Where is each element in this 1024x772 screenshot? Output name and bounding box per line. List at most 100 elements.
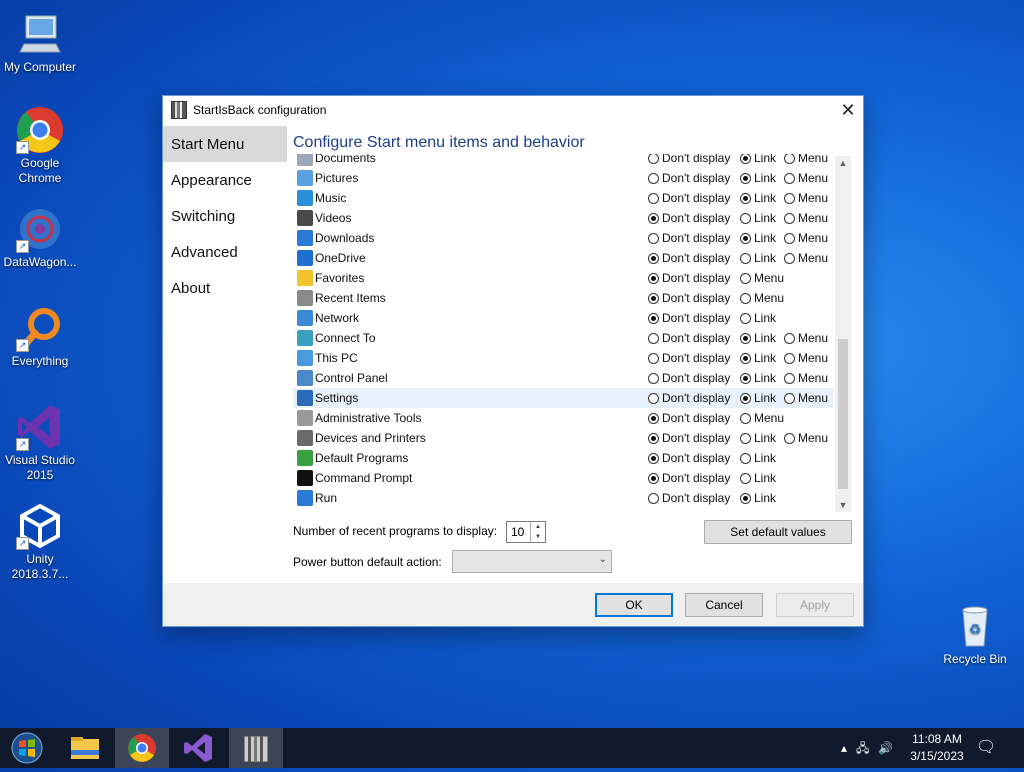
list-item[interactable]: Pictures Don't display Link Menu — [293, 168, 833, 188]
radio-don-t-display[interactable]: Don't display — [648, 231, 730, 245]
radio-button-icon[interactable] — [648, 193, 659, 204]
desktop-icon-google-chrome[interactable]: ↗ Google Chrome — [0, 106, 80, 186]
radio-don-t-display[interactable]: Don't display — [648, 431, 730, 445]
radio-link[interactable]: Link — [740, 431, 776, 445]
scroll-down-icon[interactable]: ▼ — [835, 498, 851, 512]
radio-menu[interactable]: Menu — [784, 231, 828, 245]
radio-link[interactable]: Link — [740, 491, 776, 505]
radio-don-t-display[interactable]: Don't display — [648, 191, 730, 205]
nav-switching[interactable]: Switching — [163, 198, 287, 234]
radio-button-icon[interactable] — [648, 393, 659, 404]
list-item[interactable]: Connect To Don't display Link Menu — [293, 328, 833, 348]
radio-button-icon[interactable] — [740, 493, 751, 504]
list-item[interactable]: Videos Don't display Link Menu — [293, 208, 833, 228]
radio-link[interactable]: Link — [740, 351, 776, 365]
radio-button-icon[interactable] — [784, 213, 795, 224]
desktop-icon-unity[interactable]: ↗ Unity 2018.3.7... — [0, 502, 80, 582]
radio-don-t-display[interactable]: Don't display — [648, 251, 730, 265]
radio-button-icon[interactable] — [648, 353, 659, 364]
scrollbar-thumb[interactable] — [838, 339, 848, 489]
radio-don-t-display[interactable]: Don't display — [648, 491, 730, 505]
radio-link[interactable]: Link — [740, 451, 776, 465]
radio-don-t-display[interactable]: Don't display — [648, 471, 730, 485]
radio-don-t-display[interactable]: Don't display — [648, 154, 730, 165]
list-item[interactable]: Control Panel Don't display Link Menu — [293, 368, 833, 388]
nav-appearance[interactable]: Appearance — [163, 162, 287, 198]
radio-button-icon[interactable] — [784, 173, 795, 184]
radio-button-icon[interactable] — [784, 353, 795, 364]
radio-menu[interactable]: Menu — [784, 171, 828, 185]
list-item[interactable]: Downloads Don't display Link Menu — [293, 228, 833, 248]
radio-menu[interactable]: Menu — [784, 371, 828, 385]
radio-link[interactable]: Link — [740, 471, 776, 485]
list-item[interactable]: Favorites Don't display Menu — [293, 268, 833, 288]
list-item[interactable]: This PC Don't display Link Menu — [293, 348, 833, 368]
radio-button-icon[interactable] — [648, 313, 659, 324]
radio-don-t-display[interactable]: Don't display — [648, 331, 730, 345]
radio-button-icon[interactable] — [740, 293, 751, 304]
radio-don-t-display[interactable]: Don't display — [648, 391, 730, 405]
radio-button-icon[interactable] — [740, 233, 751, 244]
radio-menu[interactable]: Menu — [784, 191, 828, 205]
cancel-button[interactable]: Cancel — [685, 593, 763, 617]
radio-button-icon[interactable] — [740, 253, 751, 264]
desktop-icon-recycle-bin[interactable]: ♻ Recycle Bin — [935, 602, 1015, 667]
radio-don-t-display[interactable]: Don't display — [648, 351, 730, 365]
list-item[interactable]: Music Don't display Link Menu — [293, 188, 833, 208]
desktop-icon-datawagon[interactable]: ↗ DataWagon... — [0, 205, 80, 270]
radio-don-t-display[interactable]: Don't display — [648, 271, 730, 285]
radio-menu[interactable]: Menu — [740, 291, 784, 305]
radio-button-icon[interactable] — [740, 333, 751, 344]
taskbar-visual-studio[interactable] — [172, 728, 226, 768]
list-item[interactable]: Command Prompt Don't display Link — [293, 468, 833, 488]
radio-link[interactable]: Link — [740, 251, 776, 265]
notification-icon[interactable]: 🗨 — [974, 728, 998, 768]
ok-button[interactable]: OK — [595, 593, 673, 617]
radio-button-icon[interactable] — [740, 353, 751, 364]
scroll-up-icon[interactable]: ▲ — [835, 156, 851, 170]
radio-menu[interactable]: Menu — [740, 271, 784, 285]
clock[interactable]: 11:08 AM 3/15/2023 — [906, 728, 968, 768]
start-button[interactable] — [0, 728, 54, 768]
radio-link[interactable]: Link — [740, 154, 776, 165]
radio-don-t-display[interactable]: Don't display — [648, 411, 730, 425]
radio-button-icon[interactable] — [648, 154, 659, 164]
radio-button-icon[interactable] — [740, 193, 751, 204]
set-default-values-button[interactable]: Set default values — [704, 520, 852, 544]
radio-button-icon[interactable] — [648, 333, 659, 344]
radio-button-icon[interactable] — [740, 433, 751, 444]
list-item[interactable]: Documents Don't display Link Menu — [293, 154, 833, 168]
nav-advanced[interactable]: Advanced — [163, 234, 287, 270]
desktop-icon-everything[interactable]: ↗ Everything — [0, 304, 80, 369]
radio-button-icon[interactable] — [740, 313, 751, 324]
radio-menu[interactable]: Menu — [784, 391, 828, 405]
radio-menu[interactable]: Menu — [784, 431, 828, 445]
radio-button-icon[interactable] — [784, 233, 795, 244]
radio-menu[interactable]: Menu — [740, 411, 784, 425]
nav-about[interactable]: About — [163, 270, 287, 306]
list-item[interactable]: Run Don't display Link — [293, 488, 833, 508]
radio-don-t-display[interactable]: Don't display — [648, 211, 730, 225]
list-item[interactable]: Settings Don't display Link Menu — [293, 388, 833, 408]
radio-button-icon[interactable] — [740, 273, 751, 284]
radio-button-icon[interactable] — [740, 173, 751, 184]
radio-button-icon[interactable] — [648, 293, 659, 304]
recent-programs-stepper[interactable]: 10 ▲ ▼ — [506, 521, 546, 543]
radio-link[interactable]: Link — [740, 391, 776, 405]
close-icon[interactable]: ✕ — [833, 100, 863, 121]
radio-link[interactable]: Link — [740, 191, 776, 205]
taskbar-chrome[interactable] — [115, 728, 169, 768]
radio-link[interactable]: Link — [740, 231, 776, 245]
apply-button[interactable]: Apply — [776, 593, 854, 617]
radio-button-icon[interactable] — [740, 473, 751, 484]
taskbar-startisback[interactable] — [229, 728, 283, 768]
radio-button-icon[interactable] — [648, 433, 659, 444]
radio-button-icon[interactable] — [740, 154, 751, 164]
radio-menu[interactable]: Menu — [784, 251, 828, 265]
radio-link[interactable]: Link — [740, 171, 776, 185]
radio-don-t-display[interactable]: Don't display — [648, 311, 730, 325]
radio-button-icon[interactable] — [784, 393, 795, 404]
radio-menu[interactable]: Menu — [784, 351, 828, 365]
radio-button-icon[interactable] — [740, 453, 751, 464]
radio-menu[interactable]: Menu — [784, 154, 828, 165]
